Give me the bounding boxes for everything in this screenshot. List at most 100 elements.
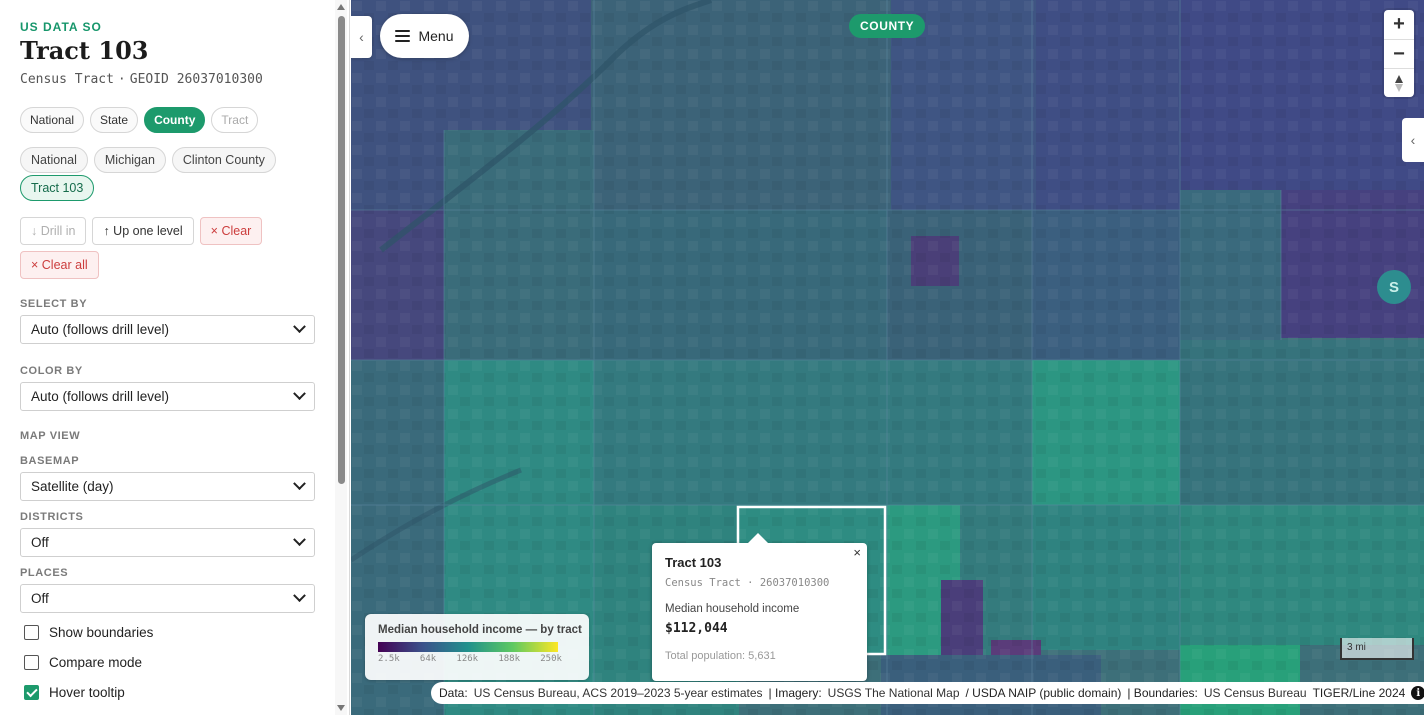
- legend-tick: 250k: [540, 654, 562, 664]
- scrollbar-thumb[interactable]: [338, 16, 345, 484]
- basemap-label: BASEMAP: [20, 455, 80, 467]
- show-boundaries-checkbox[interactable]: [24, 625, 39, 640]
- attribution-data-link[interactable]: US Census Bureau, ACS 2019–2023 5-year e…: [474, 686, 763, 700]
- color-by-label: COLOR BY: [20, 365, 83, 377]
- compare-mode-label: Compare mode: [49, 655, 143, 670]
- menu-button[interactable]: Menu: [380, 14, 469, 58]
- zoom-out-button[interactable]: −: [1384, 39, 1414, 68]
- breadcrumb-tract-103[interactable]: Tract 103: [20, 175, 95, 201]
- compass-reset-icon[interactable]: [1384, 68, 1414, 97]
- chevron-left-icon: ‹: [359, 29, 364, 45]
- scroll-down-arrow-icon[interactable]: [337, 705, 345, 711]
- level-badge: COUNTY: [849, 14, 926, 38]
- legend-tick: 188k: [498, 654, 521, 664]
- attribution-imagery-prefix: | Imagery:: [768, 686, 822, 700]
- districts-label: DISTRICTS: [20, 511, 84, 523]
- districts-dropdown[interactable]: Off: [20, 528, 315, 557]
- places-value: Off: [31, 591, 49, 606]
- subtitle-type: Census Tract: [20, 72, 114, 87]
- hover-tooltip-toggle[interactable]: Hover tooltip: [24, 685, 125, 700]
- legend-tick: 126k: [456, 654, 479, 664]
- expand-right-panel-button[interactable]: ‹: [1402, 118, 1424, 162]
- subtitle-geoid: GEOID 26037010300: [129, 72, 263, 87]
- page-title: Tract 103: [20, 36, 149, 65]
- popup-population: Total population: 5,631: [665, 650, 776, 662]
- level-pills: National State County Tract: [20, 107, 259, 133]
- attribution-boundaries-link[interactable]: US Census Bureau: [1204, 686, 1307, 700]
- level-pill-state[interactable]: State: [90, 107, 139, 133]
- scale-bar: 3 mi: [1340, 638, 1414, 660]
- show-boundaries-label: Show boundaries: [49, 625, 154, 640]
- breadcrumb: National Michigan Clinton County: [20, 147, 276, 173]
- basemap-dropdown[interactable]: Satellite (day): [20, 472, 315, 501]
- select-by-value: Auto (follows drill level): [31, 322, 170, 337]
- legend-color-ramp: [378, 642, 558, 652]
- select-by-dropdown[interactable]: Auto (follows drill level): [20, 315, 315, 344]
- breadcrumb-row-2: Tract 103: [20, 175, 95, 201]
- sidebar-scrollbar[interactable]: [335, 0, 347, 715]
- zoom-in-button[interactable]: +: [1384, 10, 1414, 39]
- chevron-down-icon: [293, 533, 306, 547]
- legend-title: Median household income — by tract: [378, 624, 582, 636]
- drill-in-button[interactable]: ↓ Drill in: [20, 217, 87, 245]
- up-one-level-button[interactable]: ↑ Up one level: [92, 217, 194, 245]
- scroll-up-arrow-icon[interactable]: [337, 4, 345, 10]
- attribution-tiger: TIGER/Line 2024: [1312, 686, 1406, 700]
- attribution-naip: / USDA NAIP (public domain): [965, 686, 1122, 700]
- popup-subtitle: Census Tract · 26037010300: [665, 577, 830, 589]
- places-label: PLACES: [20, 567, 69, 579]
- collapse-sidebar-button[interactable]: ‹: [351, 16, 372, 58]
- sidebar-panel: US DATA SO Tract 103 Census Tract · GEOID …: [0, 0, 350, 715]
- action-buttons-row-1: ↓ Drill in ↑ Up one level × Clear: [20, 217, 263, 245]
- breadcrumb-clinton-county[interactable]: Clinton County: [171, 147, 276, 173]
- breadcrumb-national[interactable]: National: [20, 147, 88, 173]
- legend-tick: 2.5k: [378, 654, 400, 664]
- subtitle-separator: ·: [117, 72, 126, 87]
- hover-tooltip-label: Hover tooltip: [49, 685, 125, 700]
- select-by-label: SELECT BY: [20, 298, 88, 310]
- chevron-down-icon: [293, 589, 306, 603]
- menu-label: Menu: [418, 28, 454, 44]
- level-pill-county[interactable]: County: [144, 107, 206, 133]
- chevron-down-icon: [293, 387, 306, 401]
- legend-tick: 64k: [419, 654, 437, 664]
- places-dropdown[interactable]: Off: [20, 584, 315, 613]
- breadcrumb-michigan[interactable]: Michigan: [93, 147, 166, 173]
- color-by-value: Auto (follows drill level): [31, 389, 170, 404]
- popup-close-button[interactable]: ×: [853, 545, 861, 560]
- attribution-data-prefix: Data:: [439, 686, 468, 700]
- basemap-value: Satellite (day): [31, 479, 114, 494]
- zoom-controls: + −: [1384, 10, 1414, 97]
- clear-all-button[interactable]: × Clear all: [20, 251, 99, 279]
- level-pill-national[interactable]: National: [20, 107, 85, 133]
- map-legend: Median household income — by tract 2.5k …: [365, 614, 589, 680]
- popup-metric-value: $112,044: [665, 621, 728, 636]
- popup-title: Tract 103: [665, 555, 722, 570]
- map-attribution: Data: US Census Bureau, ACS 2019–2023 5-…: [431, 682, 1424, 704]
- legend-ticks: 2.5k 64k 126k 188k 250k: [378, 654, 562, 664]
- attribution-imagery-link[interactable]: USGS The National Map: [828, 686, 960, 700]
- page-subtitle: Census Tract · GEOID 26037010300: [20, 72, 263, 87]
- hamburger-icon: [395, 30, 411, 42]
- action-buttons-row-2: × Clear all: [20, 251, 99, 279]
- show-boundaries-toggle[interactable]: Show boundaries: [24, 625, 153, 640]
- map-view-label: MAP VIEW: [20, 430, 81, 442]
- districts-value: Off: [31, 535, 49, 550]
- level-pill-tract: Tract: [211, 107, 259, 133]
- attribution-boundaries-prefix: | Boundaries:: [1127, 686, 1198, 700]
- color-by-dropdown[interactable]: Auto (follows drill level): [20, 382, 315, 411]
- compare-mode-toggle[interactable]: Compare mode: [24, 655, 142, 670]
- chevron-down-icon: [293, 320, 306, 334]
- satellite-basemap: [351, 0, 1424, 715]
- brand-label: US DATA SO: [20, 20, 102, 34]
- tract-popup: × Tract 103 Census Tract · 26037010300 M…: [652, 533, 867, 681]
- user-avatar[interactable]: S: [1377, 270, 1411, 304]
- chevron-down-icon: [293, 477, 306, 491]
- compare-mode-checkbox[interactable]: [24, 655, 39, 670]
- clear-button[interactable]: × Clear: [199, 217, 263, 245]
- map-canvas[interactable]: ‹ Menu COUNTY + − ‹ S Median household i…: [351, 0, 1424, 715]
- info-icon[interactable]: i: [1411, 686, 1424, 700]
- chevron-left-icon: ‹: [1410, 132, 1416, 148]
- hover-tooltip-checkbox[interactable]: [24, 685, 39, 700]
- popup-metric-label: Median household income: [665, 603, 800, 615]
